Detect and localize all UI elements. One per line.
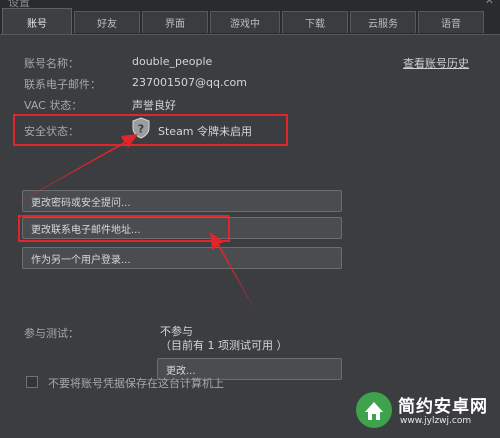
tab-cloud[interactable]: 云服务 xyxy=(350,11,416,33)
email-value: 237001507@qq.com xyxy=(132,76,247,89)
account-name-label: 账号名称： xyxy=(24,57,79,70)
watermark-brand: 简约安卓网 xyxy=(398,397,488,417)
brand-logo-icon xyxy=(356,392,392,428)
settings-tabs: 账号 好友 界面 游戏中 下载 云服务 语音 xyxy=(0,8,500,35)
tab-interface[interactable]: 界面 xyxy=(142,11,208,33)
tab-downloads[interactable]: 下载 xyxy=(282,11,348,33)
remember-credentials-checkbox[interactable] xyxy=(26,376,38,388)
tab-account[interactable]: 账号 xyxy=(2,8,72,35)
tab-in-game[interactable]: 游戏中 xyxy=(210,11,280,33)
email-button-highlight-box xyxy=(18,215,230,242)
security-highlight-box xyxy=(13,114,288,146)
email-label: 联系电子邮件： xyxy=(24,78,101,91)
change-password-button[interactable]: 更改密码或安全提问... xyxy=(22,190,342,212)
watermark-url: www.jylzwj.com xyxy=(400,416,472,426)
vac-value: 声誉良好 xyxy=(132,99,176,112)
login-other-user-button[interactable]: 作为另一个用户登录... xyxy=(22,247,342,269)
close-icon[interactable]: ✕ xyxy=(485,0,494,7)
vac-label: VAC 状态： xyxy=(24,99,83,112)
tab-friends[interactable]: 好友 xyxy=(74,11,140,33)
view-account-history-link[interactable]: 查看账号历史 xyxy=(403,55,469,71)
window-title: 设置 xyxy=(8,0,30,8)
beta-note: （目前有 1 项测试可用 ） xyxy=(160,339,288,352)
watermark: 简约安卓网 www.jylzwj.com xyxy=(354,390,494,434)
title-bar: 设置 ✕ xyxy=(0,0,500,8)
remember-credentials-label: 不要将账号凭据保存在这台计算机上 xyxy=(48,377,224,390)
account-name-value: double_people xyxy=(132,55,213,68)
beta-label: 参与测试： xyxy=(24,327,79,340)
tab-voice[interactable]: 语音 xyxy=(418,11,484,33)
